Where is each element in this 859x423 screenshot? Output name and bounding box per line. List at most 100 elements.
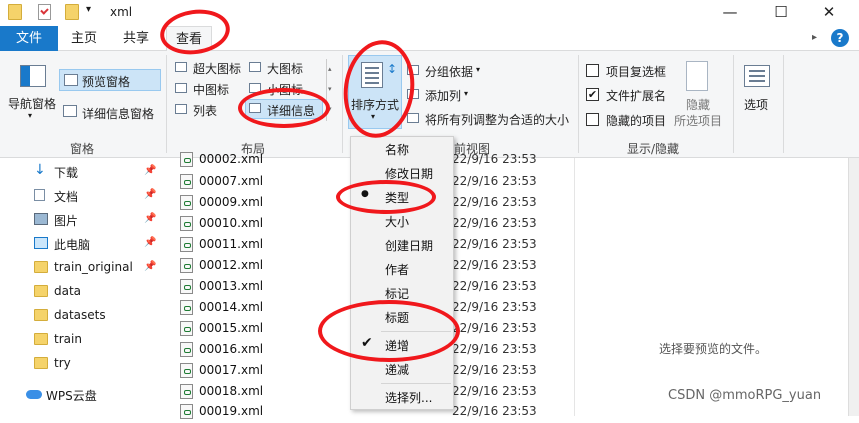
fit-columns-button[interactable]: 将所有列调整为合适的大小: [425, 111, 569, 128]
annotation-circle-type: [336, 180, 436, 214]
details-pane-button[interactable]: 详细信息窗格: [82, 105, 154, 122]
menu-item-name[interactable]: 名称: [351, 137, 453, 161]
file-date: 22/9/16 23:53: [452, 342, 537, 356]
xml-file-icon: [180, 363, 193, 378]
nav-item-this-pc[interactable]: 此电脑 📌: [30, 233, 170, 255]
medium-icons-button[interactable]: 中图标: [193, 81, 229, 98]
nav-label: data: [54, 284, 82, 298]
file-name: 00007.xml: [199, 174, 264, 188]
list-button[interactable]: 列表: [193, 102, 217, 119]
navigation-pane-icon[interactable]: [20, 65, 46, 87]
large-icons-icon: [249, 62, 261, 72]
menu-item-created-date[interactable]: 创建日期: [351, 233, 453, 257]
add-columns-button[interactable]: 添加列: [425, 87, 461, 104]
file-name: 00016.xml: [199, 342, 264, 356]
preview-pane-button[interactable]: 预览窗格: [59, 69, 161, 91]
large-icons-button[interactable]: 大图标: [267, 60, 303, 77]
sort-by-menu: 名称 修改日期 ● 类型 大小 创建日期 作者 标记 标题 ✔ 递增 递减 选择列.…: [350, 136, 454, 410]
file-date: 22/9/16 23:53: [452, 152, 537, 166]
hide-button[interactable]: 隐藏: [686, 96, 710, 113]
menu-label: 创建日期: [385, 239, 434, 253]
xml-file-icon: [180, 321, 193, 336]
file-date: 22/9/16 23:53: [452, 174, 537, 188]
tab-home[interactable]: 主页: [68, 26, 100, 51]
file-date: 22/9/16 23:53: [452, 279, 537, 293]
item-checkboxes-checkbox[interactable]: [586, 64, 599, 77]
nav-item-try[interactable]: try: [30, 353, 170, 375]
cloud-icon: [26, 390, 42, 399]
nav-item-documents[interactable]: 文档 📌: [30, 185, 170, 207]
picture-icon: [34, 213, 48, 225]
nav-item-wps-cloud[interactable]: WPS云盘: [22, 384, 162, 406]
options-button[interactable]: 选项: [744, 96, 768, 113]
window-title: xml: [110, 5, 133, 19]
xml-file-icon: [180, 237, 193, 252]
ribbon-tabs: 文件 主页 共享 查看 ▸ ?: [0, 26, 859, 52]
file-date: 22/9/16 23:53: [452, 216, 537, 230]
nav-item-train-original[interactable]: train_original 📌: [30, 257, 170, 279]
chevron-down-icon: ▾: [476, 65, 481, 74]
menu-label: 选择列...: [385, 391, 433, 405]
xml-file-icon: [180, 174, 193, 189]
help-icon[interactable]: ?: [831, 29, 849, 47]
ribbon-collapse-icon[interactable]: ▸: [812, 32, 817, 43]
download-icon: ↓: [34, 162, 46, 178]
divider: [733, 55, 734, 153]
properties-icon[interactable]: [38, 4, 51, 20]
file-date: 22/9/16 23:53: [452, 384, 537, 398]
xml-file-icon: [180, 258, 193, 273]
nav-item-downloads[interactable]: ↓ 下载 📌: [30, 161, 170, 183]
menu-item-author[interactable]: 作者: [351, 257, 453, 281]
folder-icon: [34, 261, 48, 273]
divider: [342, 55, 343, 153]
preview-pane-label: 预览窗格: [82, 75, 131, 89]
preview-pane: 选择要预览的文件。: [574, 158, 848, 416]
item-checkboxes-label: 项目复选框: [606, 65, 667, 79]
nav-label: 文档: [54, 190, 79, 204]
new-folder-icon[interactable]: [65, 4, 79, 20]
file-name: 00018.xml: [199, 384, 264, 398]
navigation-pane-button[interactable]: 导航窗格: [8, 95, 56, 112]
close-button[interactable]: ✕: [806, 0, 852, 26]
menu-label: 名称: [385, 143, 410, 157]
nav-item-data[interactable]: data: [30, 281, 170, 303]
details-pane-icon: [63, 105, 77, 117]
tab-share[interactable]: 共享: [120, 26, 152, 51]
quick-access-dropdown[interactable]: ▾: [86, 4, 91, 15]
title-bar: ▾ xml — ☐ ✕: [0, 0, 859, 26]
file-name: 00010.xml: [199, 216, 264, 230]
nav-item-pictures[interactable]: 图片 📌: [30, 209, 170, 231]
pin-icon: 📌: [144, 237, 157, 248]
nav-item-train[interactable]: train: [30, 329, 170, 351]
computer-icon: [34, 237, 48, 249]
nav-label: train: [54, 332, 82, 346]
file-name: 00017.xml: [199, 363, 264, 377]
file-extensions-label: 文件扩展名: [606, 89, 667, 103]
group-by-button[interactable]: 分组依据: [425, 63, 473, 80]
xml-file-icon: [180, 300, 193, 315]
xml-file-icon: [180, 384, 193, 399]
folder-icon: [34, 285, 48, 297]
nav-label: try: [54, 356, 71, 370]
extra-large-icons-button[interactable]: 超大图标: [193, 60, 241, 77]
hidden-items-checkbox[interactable]: [586, 113, 599, 126]
menu-item-choose-columns[interactable]: 选择列...: [351, 385, 453, 409]
file-date: 22/9/16 23:53: [452, 300, 537, 314]
file-name: 00014.xml: [199, 300, 264, 314]
pin-icon: 📌: [144, 189, 157, 200]
maximize-button[interactable]: ☐: [758, 0, 804, 26]
tab-file[interactable]: 文件: [0, 26, 58, 51]
nav-item-datasets[interactable]: datasets: [30, 305, 170, 327]
file-extensions-checkbox[interactable]: ✔: [586, 88, 599, 101]
watermark: CSDN @mmoRPG_yuan: [668, 388, 822, 403]
file-name: 00009.xml: [199, 195, 264, 209]
hide-selected-icon: [686, 61, 708, 91]
nav-label: WPS云盘: [46, 389, 97, 403]
selected-items-label: 所选项目: [674, 114, 723, 128]
minimize-button[interactable]: —: [707, 0, 753, 26]
folder-icon: [34, 333, 48, 345]
file-date: 22/9/16 23:53: [452, 195, 537, 209]
file-date: 22/9/16 23:53: [452, 363, 537, 377]
scrollbar[interactable]: [848, 158, 859, 416]
show-hide-group-label: 显示/隐藏: [627, 142, 680, 156]
